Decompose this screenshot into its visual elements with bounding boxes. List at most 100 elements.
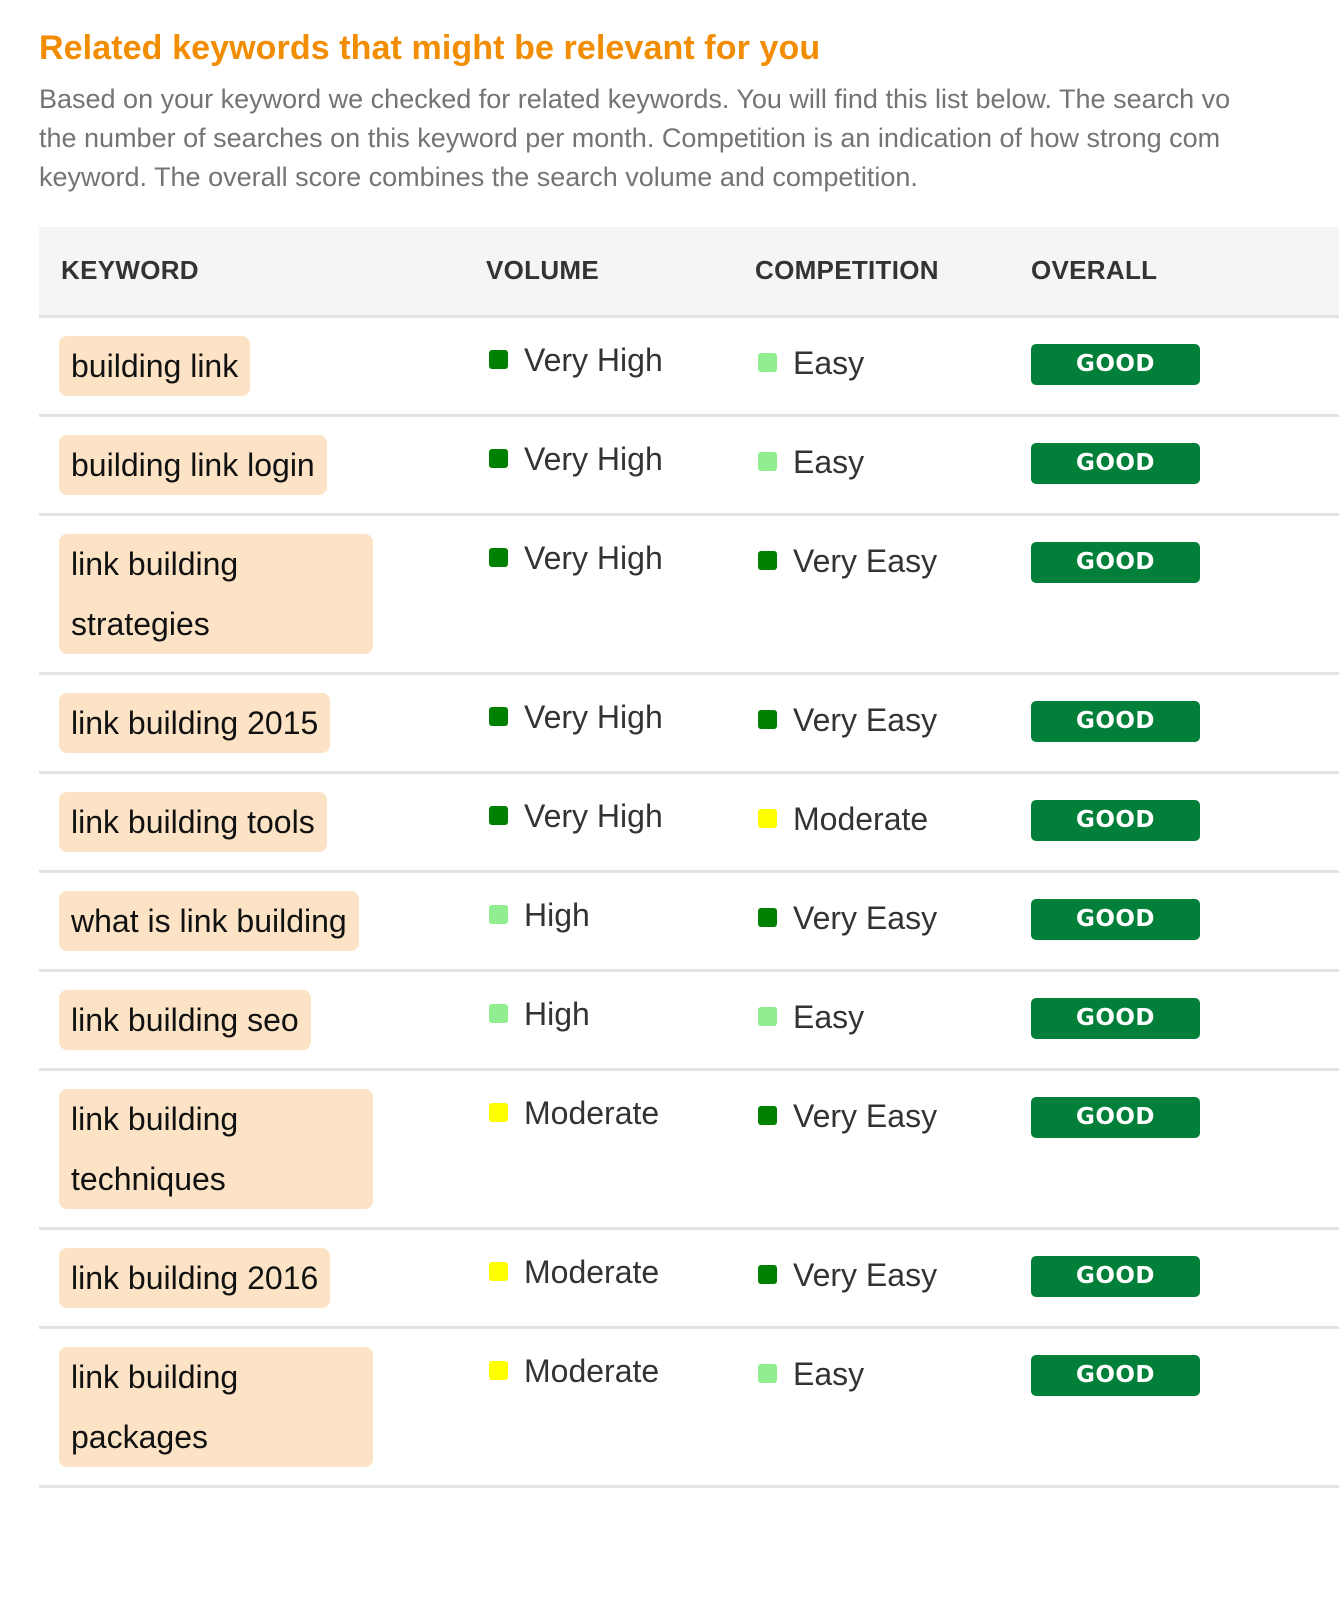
table-row: link building 2016 Moderate Very Easy GO… bbox=[39, 1228, 1339, 1327]
competition-label: Very Easy bbox=[793, 899, 938, 936]
keyword-pill[interactable]: what is link building bbox=[59, 890, 359, 951]
competition-level-indicator-icon bbox=[758, 1265, 777, 1284]
competition-label: Very Easy bbox=[793, 542, 938, 579]
competition-label: Very Easy bbox=[793, 701, 938, 738]
competition-label: Moderate bbox=[793, 800, 929, 837]
competition-cell: Very Easy bbox=[755, 871, 1031, 970]
volume-label: Very High bbox=[524, 698, 663, 735]
volume-level-indicator-icon bbox=[489, 449, 508, 468]
table-row: link building strategies Very High Very … bbox=[39, 514, 1339, 673]
competition-cell: Very Easy bbox=[755, 514, 1031, 673]
competition-level-indicator-icon bbox=[758, 908, 777, 927]
overall-good-badge: GOOD bbox=[1031, 700, 1200, 742]
overall-good-badge: GOOD bbox=[1031, 1255, 1200, 1297]
keyword-pill[interactable]: link building strategies bbox=[59, 533, 373, 654]
volume-label: Very High bbox=[524, 539, 663, 576]
table-row: link building tools Very High Moderate G… bbox=[39, 772, 1339, 871]
keyword-cell: building link login bbox=[39, 415, 486, 514]
keyword-pill[interactable]: link building seo bbox=[59, 989, 311, 1050]
overall-good-badge: GOOD bbox=[1031, 799, 1200, 841]
volume-label: Very High bbox=[524, 797, 663, 834]
overall-cell: GOOD bbox=[1031, 772, 1339, 871]
competition-level-indicator-icon bbox=[758, 1106, 777, 1125]
overall-cell: GOOD bbox=[1031, 415, 1339, 514]
overall-good-badge: GOOD bbox=[1031, 541, 1200, 583]
volume-cell: High bbox=[486, 871, 755, 970]
volume-level-indicator-icon bbox=[489, 548, 508, 567]
keyword-pill[interactable]: link building tools bbox=[59, 791, 327, 852]
overall-cell: GOOD bbox=[1031, 514, 1339, 673]
volume-level-indicator-icon bbox=[489, 1103, 508, 1122]
keyword-pill[interactable]: link building techniques bbox=[59, 1088, 373, 1209]
overall-cell: GOOD bbox=[1031, 871, 1339, 970]
competition-cell: Very Easy bbox=[755, 1069, 1031, 1228]
section-description: Based on your keyword we checked for rel… bbox=[39, 80, 1339, 197]
competition-level-indicator-icon bbox=[758, 551, 777, 570]
overall-cell: GOOD bbox=[1031, 1327, 1339, 1486]
volume-level-indicator-icon bbox=[489, 707, 508, 726]
keyword-cell: link building 2016 bbox=[39, 1228, 486, 1327]
competition-cell: Very Easy bbox=[755, 1228, 1031, 1327]
keyword-cell: link building techniques bbox=[39, 1069, 486, 1228]
volume-level-indicator-icon bbox=[489, 1262, 508, 1281]
keyword-pill[interactable]: link building packages bbox=[59, 1346, 373, 1467]
description-line: the number of searches on this keyword p… bbox=[39, 123, 1221, 153]
volume-cell: Very High bbox=[486, 514, 755, 673]
overall-good-badge: GOOD bbox=[1031, 442, 1200, 484]
table-row: what is link building High Very Easy GOO… bbox=[39, 871, 1339, 970]
competition-label: Easy bbox=[793, 1355, 865, 1392]
keyword-pill[interactable]: link building 2015 bbox=[59, 692, 331, 753]
section-title: Related keywords that might be relevant … bbox=[39, 29, 821, 67]
keyword-cell: building link bbox=[39, 316, 486, 415]
keyword-cell: link building strategies bbox=[39, 514, 486, 673]
competition-level-indicator-icon bbox=[758, 1364, 777, 1383]
table-row: building link login Very High Easy GOOD bbox=[39, 415, 1339, 514]
competition-level-indicator-icon bbox=[758, 353, 777, 372]
keyword-cell: link building 2015 bbox=[39, 673, 486, 772]
volume-level-indicator-icon bbox=[489, 806, 508, 825]
overall-good-badge: GOOD bbox=[1031, 1354, 1200, 1396]
competition-level-indicator-icon bbox=[758, 710, 777, 729]
table-row: building link Very High Easy GOOD bbox=[39, 316, 1339, 415]
volume-cell: Moderate bbox=[486, 1327, 755, 1486]
overall-cell: GOOD bbox=[1031, 1069, 1339, 1228]
competition-level-indicator-icon bbox=[758, 452, 777, 471]
column-header-overall: OVERALL bbox=[1031, 255, 1158, 286]
volume-label: High bbox=[524, 896, 590, 933]
volume-label: Moderate bbox=[524, 1352, 660, 1389]
column-header-volume: VOLUME bbox=[486, 255, 600, 286]
table-row: link building packages Moderate Easy GOO… bbox=[39, 1327, 1339, 1486]
keyword-pill[interactable]: link building 2016 bbox=[59, 1247, 331, 1308]
competition-cell: Easy bbox=[755, 316, 1031, 415]
keyword-pill[interactable]: building link bbox=[59, 335, 251, 396]
competition-label: Very Easy bbox=[793, 1256, 938, 1293]
table-row: link building seo High Easy GOOD bbox=[39, 970, 1339, 1069]
table-row: link building 2015 Very High Very Easy G… bbox=[39, 673, 1339, 772]
keyword-pill[interactable]: building link login bbox=[59, 434, 327, 495]
competition-label: Easy bbox=[793, 443, 865, 480]
volume-label: Moderate bbox=[524, 1094, 660, 1131]
overall-good-badge: GOOD bbox=[1031, 343, 1200, 385]
volume-level-indicator-icon bbox=[489, 905, 508, 924]
description-line: keyword. The overall score combines the … bbox=[39, 162, 918, 192]
overall-good-badge: GOOD bbox=[1031, 1096, 1200, 1138]
volume-cell: Very High bbox=[486, 415, 755, 514]
competition-level-indicator-icon bbox=[758, 809, 777, 828]
competition-cell: Easy bbox=[755, 1327, 1031, 1486]
table-header-row: KEYWORD VOLUME COMPETITION OVERALL bbox=[39, 227, 1339, 316]
volume-level-indicator-icon bbox=[489, 1361, 508, 1380]
volume-cell: Moderate bbox=[486, 1228, 755, 1327]
competition-cell: Easy bbox=[755, 415, 1031, 514]
keyword-cell: link building seo bbox=[39, 970, 486, 1069]
volume-label: Very High bbox=[524, 341, 663, 378]
description-line: Based on your keyword we checked for rel… bbox=[39, 84, 1231, 114]
competition-cell: Very Easy bbox=[755, 673, 1031, 772]
competition-cell: Easy bbox=[755, 970, 1031, 1069]
keyword-cell: link building packages bbox=[39, 1327, 486, 1486]
volume-cell: High bbox=[486, 970, 755, 1069]
volume-cell: Very High bbox=[486, 673, 755, 772]
column-header-competition: COMPETITION bbox=[755, 255, 939, 286]
competition-level-indicator-icon bbox=[758, 1007, 777, 1026]
volume-cell: Very High bbox=[486, 772, 755, 871]
table-row: link building techniques Moderate Very E… bbox=[39, 1069, 1339, 1228]
